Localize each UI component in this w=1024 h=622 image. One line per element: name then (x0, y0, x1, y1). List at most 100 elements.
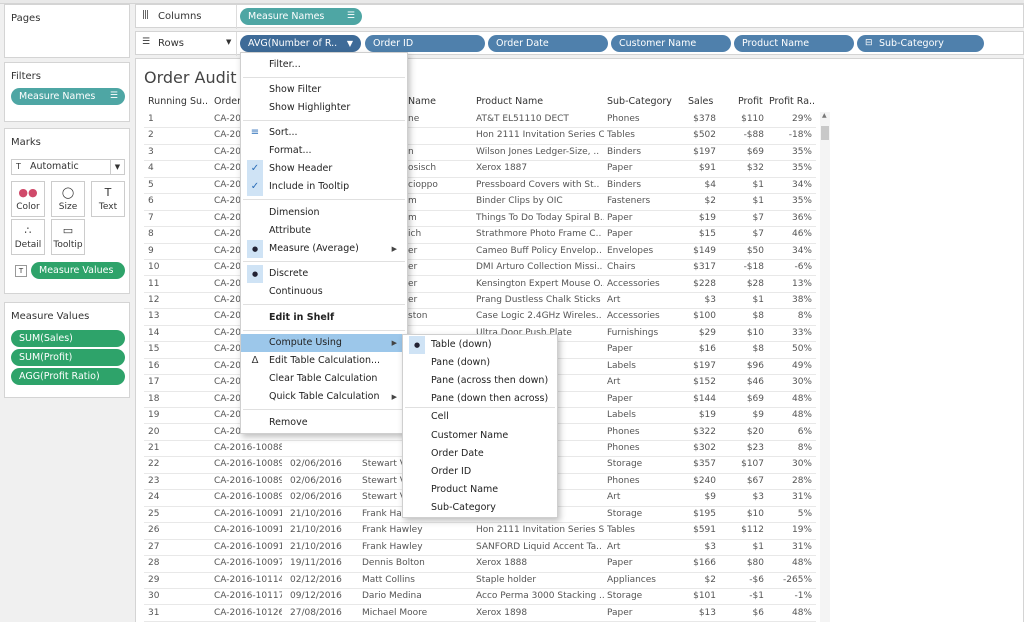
menu-item-label: Show Filter (269, 84, 322, 95)
menu-item-discrete[interactable]: ● Discrete (241, 265, 407, 283)
marks-size-button[interactable]: ◯ Size (51, 181, 85, 217)
pages-title: Pages (11, 13, 41, 24)
menu-item-show-filter[interactable]: Show Filter (241, 81, 407, 99)
vertical-scrollbar[interactable]: ▲ (820, 112, 830, 622)
table-row[interactable]: 29 CA-2016-101147 02/12/2016 Matt Collins St… (144, 573, 816, 589)
menu-item-label: Show Header (269, 163, 333, 174)
table-cell: Phones (607, 114, 640, 124)
menu-item-label: Remove (269, 417, 308, 428)
header-sales[interactable]: Sales (688, 96, 713, 112)
menu-item-dimension[interactable]: Dimension (241, 204, 407, 222)
menu-item-show-header[interactable]: ✓ Show Header (241, 160, 407, 178)
scrollbar-thumb[interactable] (821, 126, 829, 140)
marks-detail-button[interactable]: ∴ Detail (11, 219, 45, 255)
table-cell: 48% (791, 558, 812, 569)
scroll-up-icon[interactable]: ▲ (822, 112, 827, 119)
menu-item-format[interactable]: Format... (241, 142, 407, 160)
menu-item-label: Discrete (269, 268, 309, 279)
table-cell: 38% (791, 294, 812, 305)
marks-measure-values-pill[interactable]: Measure Values (31, 262, 125, 279)
rows-avg-number-pill[interactable]: AVG(Number of R.. ▼ (240, 35, 361, 52)
header-product-name[interactable]: Product Name (476, 96, 543, 112)
table-cell: 25 (148, 508, 160, 519)
header-sub-category[interactable]: Sub-Category (607, 96, 672, 112)
marks-color-button[interactable]: ●● Color (11, 181, 45, 217)
rows-order-id-pill[interactable]: Order ID (365, 35, 485, 52)
header-profit-ratio[interactable]: Profit Ra.. (769, 96, 815, 112)
measure-profit-ratio-pill[interactable]: AGG(Profit Ratio) (11, 368, 125, 385)
menu-item-compute-using[interactable]: Compute Using ▶ (241, 334, 407, 352)
header-order[interactable]: Order (214, 96, 241, 112)
header-name[interactable]: Name (408, 96, 436, 112)
chevron-down-icon[interactable]: ▼ (226, 38, 231, 46)
header-profit[interactable]: Profit (738, 96, 763, 112)
table-cell: $4 (704, 179, 716, 190)
table-row[interactable]: 31 CA-2016-101266 27/08/2016 Michael Moore X… (144, 606, 816, 622)
menu-item-quick-table-calculation[interactable]: Quick Table Calculation ▶ (241, 388, 407, 406)
table-cell: CA-2016-101147 (214, 574, 282, 585)
menu-item-clear-table-calculation[interactable]: Clear Table Calculation (241, 370, 407, 388)
submenu-item-pane-down-then-across[interactable]: Pane (down then across) (403, 390, 557, 408)
submenu-item-label: Pane (across then down) (431, 375, 549, 387)
rows-order-date-pill[interactable]: Order Date (488, 35, 608, 52)
menu-item-remove[interactable]: Remove (241, 414, 407, 432)
measure-sum-sales-pill[interactable]: SUM(Sales) (11, 330, 125, 347)
menu-item-measure-average[interactable]: ● Measure (Average) ▶ (241, 240, 407, 258)
table-cell: 27 (148, 541, 160, 552)
submenu-item-order-id[interactable]: Order ID (403, 463, 557, 481)
table-cell: Kensington Expert Mouse O.. (476, 278, 604, 289)
menu-item-sort[interactable]: ≡ Sort... (241, 124, 407, 142)
measure-sum-profit-pill[interactable]: SUM(Profit) (11, 349, 125, 366)
submenu-item-label: Product Name (431, 483, 499, 495)
marks-tooltip-button[interactable]: ▭ Tooltip (51, 219, 85, 255)
rows-pill-label: Order Date (496, 38, 549, 49)
table-cell: 29% (791, 114, 812, 124)
measure-values-card: Measure Values SUM(Sales) SUM(Profit) AG… (4, 302, 130, 398)
menu-item-edit-table-calculation[interactable]: Δ Edit Table Calculation... (241, 352, 407, 370)
submenu-item-customer-name[interactable]: Customer Name (403, 427, 557, 445)
menu-item-label: Measure (Average) (269, 243, 359, 254)
rows-pill-label: Customer Name (619, 38, 697, 49)
table-cell: Phones (607, 475, 640, 486)
menu-item-include-in-tooltip[interactable]: ✓ Include in Tooltip (241, 178, 407, 196)
table-cell: Things To Do Today Spiral B.. (476, 212, 604, 223)
table-cell: 30% (791, 377, 812, 388)
submenu-item-pane-down[interactable]: Pane (down) (403, 354, 557, 372)
menu-item-filter[interactable]: Filter... (241, 56, 407, 74)
table-cell: 19 (148, 410, 160, 421)
submenu-item-sub-category[interactable]: Sub-Category (403, 499, 557, 517)
table-cell: Paper (607, 558, 633, 569)
table-row[interactable]: 30 CA-2016-101175 09/12/2016 Dario Medina Ac… (144, 589, 816, 606)
marks-text-button[interactable]: T Text (91, 181, 125, 217)
table-row[interactable]: 27 CA-2016-100916 21/10/2016 Frank Hawley SA… (144, 540, 816, 557)
tooltip-icon: ▭ (62, 224, 74, 237)
table-cell: 30 (148, 591, 160, 602)
table-cell: -18% (788, 130, 812, 141)
detail-icon: ∴ (24, 224, 32, 237)
header-running-sum[interactable]: Running Su.. (148, 96, 208, 112)
table-cell: Phones (607, 426, 640, 437)
mark-type-select[interactable]: T Automatic ▼ (11, 159, 125, 175)
rows-sub-category-pill[interactable]: ⊟ Sub-Category (857, 35, 984, 52)
menu-item-edit-in-shelf[interactable]: Edit in Shelf (241, 309, 407, 327)
columns-measure-names-pill[interactable]: Measure Names ☰ (240, 8, 362, 25)
submenu-item-cell[interactable]: Cell (403, 408, 557, 426)
table-cell: $2 (704, 196, 716, 207)
rows-product-name-pill[interactable]: Product Name (734, 35, 854, 52)
filter-measure-names-pill[interactable]: Measure Names ☰ (11, 88, 125, 105)
table-cell: 48% (791, 607, 812, 618)
size-icon: ◯ (61, 186, 75, 199)
menu-item-attribute[interactable]: Attribute (241, 222, 407, 240)
submenu-item-pane-across-then-down[interactable]: Pane (across then down) (403, 372, 557, 390)
pill-context-menu: Filter... Show Filter Show Highlighter ≡ Sor… (240, 52, 408, 434)
submenu-item-order-date[interactable]: Order Date (403, 445, 557, 463)
submenu-item-product-name[interactable]: Product Name (403, 481, 557, 499)
table-row[interactable]: 28 CA-2016-100972 19/11/2016 Dennis Bolton X… (144, 556, 816, 573)
menu-item-continuous[interactable]: Continuous (241, 283, 407, 301)
submenu-item-table-down[interactable]: ● Table (down) (403, 336, 557, 354)
menu-item-show-highlighter[interactable]: Show Highlighter (241, 99, 407, 117)
rows-customer-name-pill[interactable]: Customer Name (611, 35, 731, 52)
table-row[interactable]: 26 CA-2016-100916 21/10/2016 Frank Hawley Ho… (144, 523, 816, 540)
radio-dot-icon: ● (247, 240, 263, 258)
table-cell: 35% (791, 146, 812, 157)
